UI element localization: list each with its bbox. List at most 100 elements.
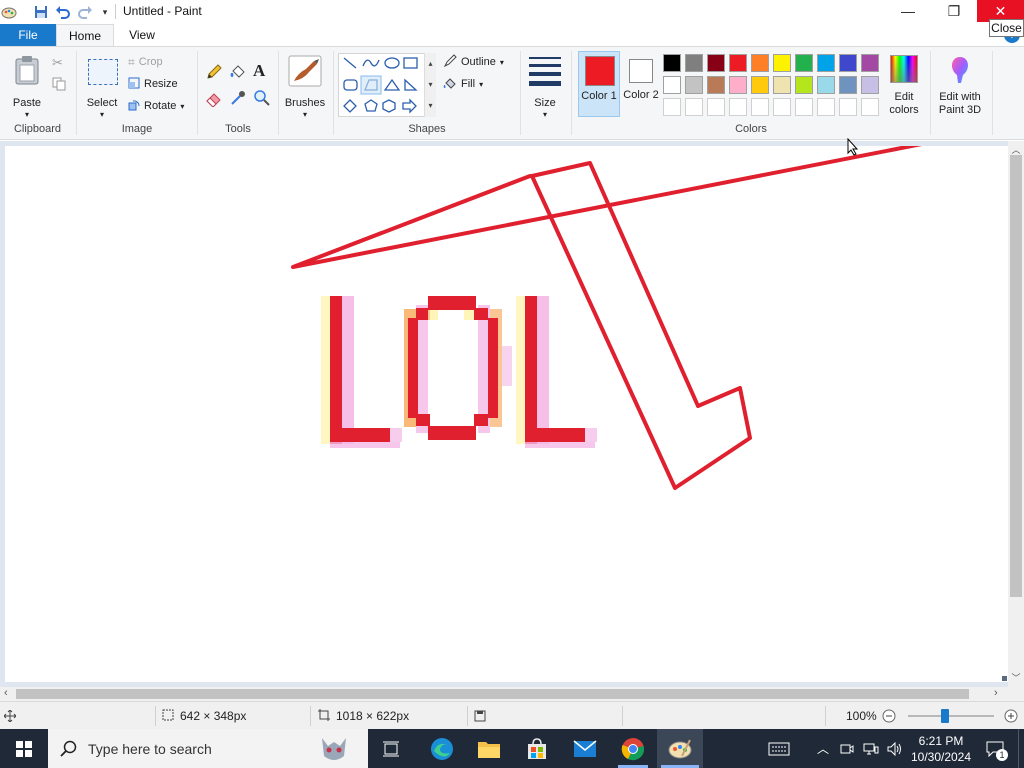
palette-color-swatch[interactable] xyxy=(861,76,879,94)
palette-color-swatch[interactable] xyxy=(707,76,725,94)
show-desktop-button[interactable] xyxy=(1018,729,1024,768)
outline-button[interactable]: Outline ▾ xyxy=(443,53,504,71)
taskbar-search-box[interactable]: Type here to search xyxy=(48,729,368,768)
custom-color-slot[interactable] xyxy=(751,98,769,116)
search-placeholder: Type here to search xyxy=(88,740,212,757)
custom-color-slot[interactable] xyxy=(861,98,879,116)
mail-icon[interactable] xyxy=(562,729,608,768)
rotate-button[interactable]: Rotate ▾ xyxy=(128,97,184,115)
resize-button[interactable]: Resize xyxy=(128,75,178,93)
color1-label: Color 1 xyxy=(581,90,617,102)
ribbon-home: Paste ▾ ✂ Clipboard Select ▾ ⌗ Crop Resi… xyxy=(0,46,1024,140)
show-hidden-icons-icon[interactable]: ︿ xyxy=(812,729,834,768)
palette-color-swatch[interactable] xyxy=(839,54,857,72)
save-icon[interactable] xyxy=(32,3,50,21)
customize-quick-access-icon[interactable]: ▾ xyxy=(96,3,114,21)
minimize-button[interactable]: — xyxy=(885,0,931,22)
clock[interactable]: 6:21 PM 10/30/2024 xyxy=(906,729,976,768)
palette-color-swatch[interactable] xyxy=(795,54,813,72)
edit-with-paint3d-button[interactable]: Edit with Paint 3D xyxy=(934,53,986,116)
edit-colors-button[interactable]: Edit colors xyxy=(884,53,924,116)
palette-color-swatch[interactable] xyxy=(751,54,769,72)
zoom-out-button[interactable] xyxy=(882,702,896,730)
palette-color-swatch[interactable] xyxy=(729,76,747,94)
scroll-left-icon[interactable]: ‹ xyxy=(4,687,8,699)
fill-button[interactable]: Fill ▾ xyxy=(443,75,483,93)
custom-color-slot[interactable] xyxy=(795,98,813,116)
tab-home[interactable]: Home xyxy=(56,24,114,46)
fill-bucket-icon[interactable] xyxy=(229,63,247,81)
scroll-right-icon[interactable]: › xyxy=(994,687,998,699)
color-picker-icon[interactable] xyxy=(229,89,247,107)
vertical-scrollbar[interactable]: ︿ ﹀ xyxy=(1008,141,1024,687)
canvas-resize-handle[interactable] xyxy=(1002,676,1007,681)
zoom-slider-track[interactable] xyxy=(908,715,994,717)
palette-color-swatch[interactable] xyxy=(817,54,835,72)
scroll-down-icon[interactable]: ﹀ xyxy=(1011,671,1021,684)
network-icon[interactable] xyxy=(860,729,882,768)
image-size-text: 1018 × 622px xyxy=(336,709,410,723)
select-button[interactable]: Select ▾ xyxy=(84,53,120,119)
file-explorer-icon[interactable] xyxy=(466,729,512,768)
custom-color-slot[interactable] xyxy=(817,98,835,116)
paint-app-icon[interactable] xyxy=(0,3,18,21)
palette-color-swatch[interactable] xyxy=(685,76,703,94)
palette-color-swatch[interactable] xyxy=(707,54,725,72)
keyboard-icon[interactable] xyxy=(762,729,796,768)
custom-color-slot[interactable] xyxy=(729,98,747,116)
color2-button[interactable]: Color 2 xyxy=(622,51,660,117)
tab-view[interactable]: View xyxy=(114,24,170,46)
size-button[interactable]: Size ▾ xyxy=(526,53,564,119)
horizontal-scrollbar[interactable]: ‹ › xyxy=(0,687,1024,701)
task-view-icon[interactable] xyxy=(368,729,414,768)
store-icon[interactable] xyxy=(514,729,560,768)
custom-color-slot[interactable] xyxy=(773,98,791,116)
drawing-canvas[interactable] xyxy=(5,146,1008,682)
palette-color-swatch[interactable] xyxy=(773,76,791,94)
undo-icon[interactable] xyxy=(54,3,72,21)
vertical-scroll-thumb[interactable] xyxy=(1010,155,1022,597)
brushes-button[interactable]: Brushes ▾ xyxy=(282,53,328,119)
palette-color-swatch[interactable] xyxy=(773,54,791,72)
text-tool-icon[interactable]: A xyxy=(253,61,271,81)
crop-button[interactable]: ⌗ Crop xyxy=(128,53,163,71)
palette-color-swatch[interactable] xyxy=(839,76,857,94)
eraser-icon[interactable] xyxy=(205,89,223,108)
palette-color-swatch[interactable] xyxy=(751,76,769,94)
palette-color-swatch[interactable] xyxy=(685,54,703,72)
horizontal-scroll-thumb[interactable] xyxy=(16,689,969,699)
restore-icon: ❐ xyxy=(947,2,961,19)
custom-color-slot[interactable] xyxy=(707,98,725,116)
redo-icon[interactable] xyxy=(76,3,94,21)
file-size-icon xyxy=(474,702,486,730)
magnifier-icon[interactable] xyxy=(253,89,271,107)
palette-color-swatch[interactable] xyxy=(663,54,681,72)
cut-icon[interactable]: ✂ xyxy=(52,55,66,70)
status-bar: 642 × 348px 1018 × 622px 100% xyxy=(0,701,1024,729)
custom-color-slot[interactable] xyxy=(685,98,703,116)
edge-icon[interactable] xyxy=(419,729,465,768)
custom-color-slot[interactable] xyxy=(839,98,857,116)
paint-taskbar-icon[interactable] xyxy=(657,729,703,768)
paste-button[interactable]: Paste ▾ xyxy=(8,53,46,119)
palette-color-swatch[interactable] xyxy=(795,76,813,94)
notification-center-icon[interactable]: 1 xyxy=(980,729,1010,768)
palette-color-swatch[interactable] xyxy=(729,54,747,72)
maximize-button[interactable]: ❐ xyxy=(931,0,977,22)
palette-color-swatch[interactable] xyxy=(663,76,681,94)
tab-file[interactable]: File xyxy=(0,24,56,46)
color1-button[interactable]: Color 1 xyxy=(578,51,620,117)
palette-color-swatch[interactable] xyxy=(861,54,879,72)
zoom-slider-thumb[interactable] xyxy=(941,709,950,723)
start-button[interactable] xyxy=(0,729,48,768)
volume-icon[interactable] xyxy=(884,729,906,768)
copy-icon[interactable] xyxy=(52,77,66,91)
meet-now-icon[interactable] xyxy=(836,729,858,768)
pencil-icon[interactable] xyxy=(205,63,223,81)
shapes-gallery-scroll[interactable]: ▴ ▾ ▾ xyxy=(424,53,436,117)
custom-color-slot[interactable] xyxy=(663,98,681,116)
zoom-in-button[interactable] xyxy=(1004,702,1018,730)
chrome-icon[interactable] xyxy=(610,729,656,768)
palette-color-swatch[interactable] xyxy=(817,76,835,94)
crop-label: Crop xyxy=(138,56,163,68)
